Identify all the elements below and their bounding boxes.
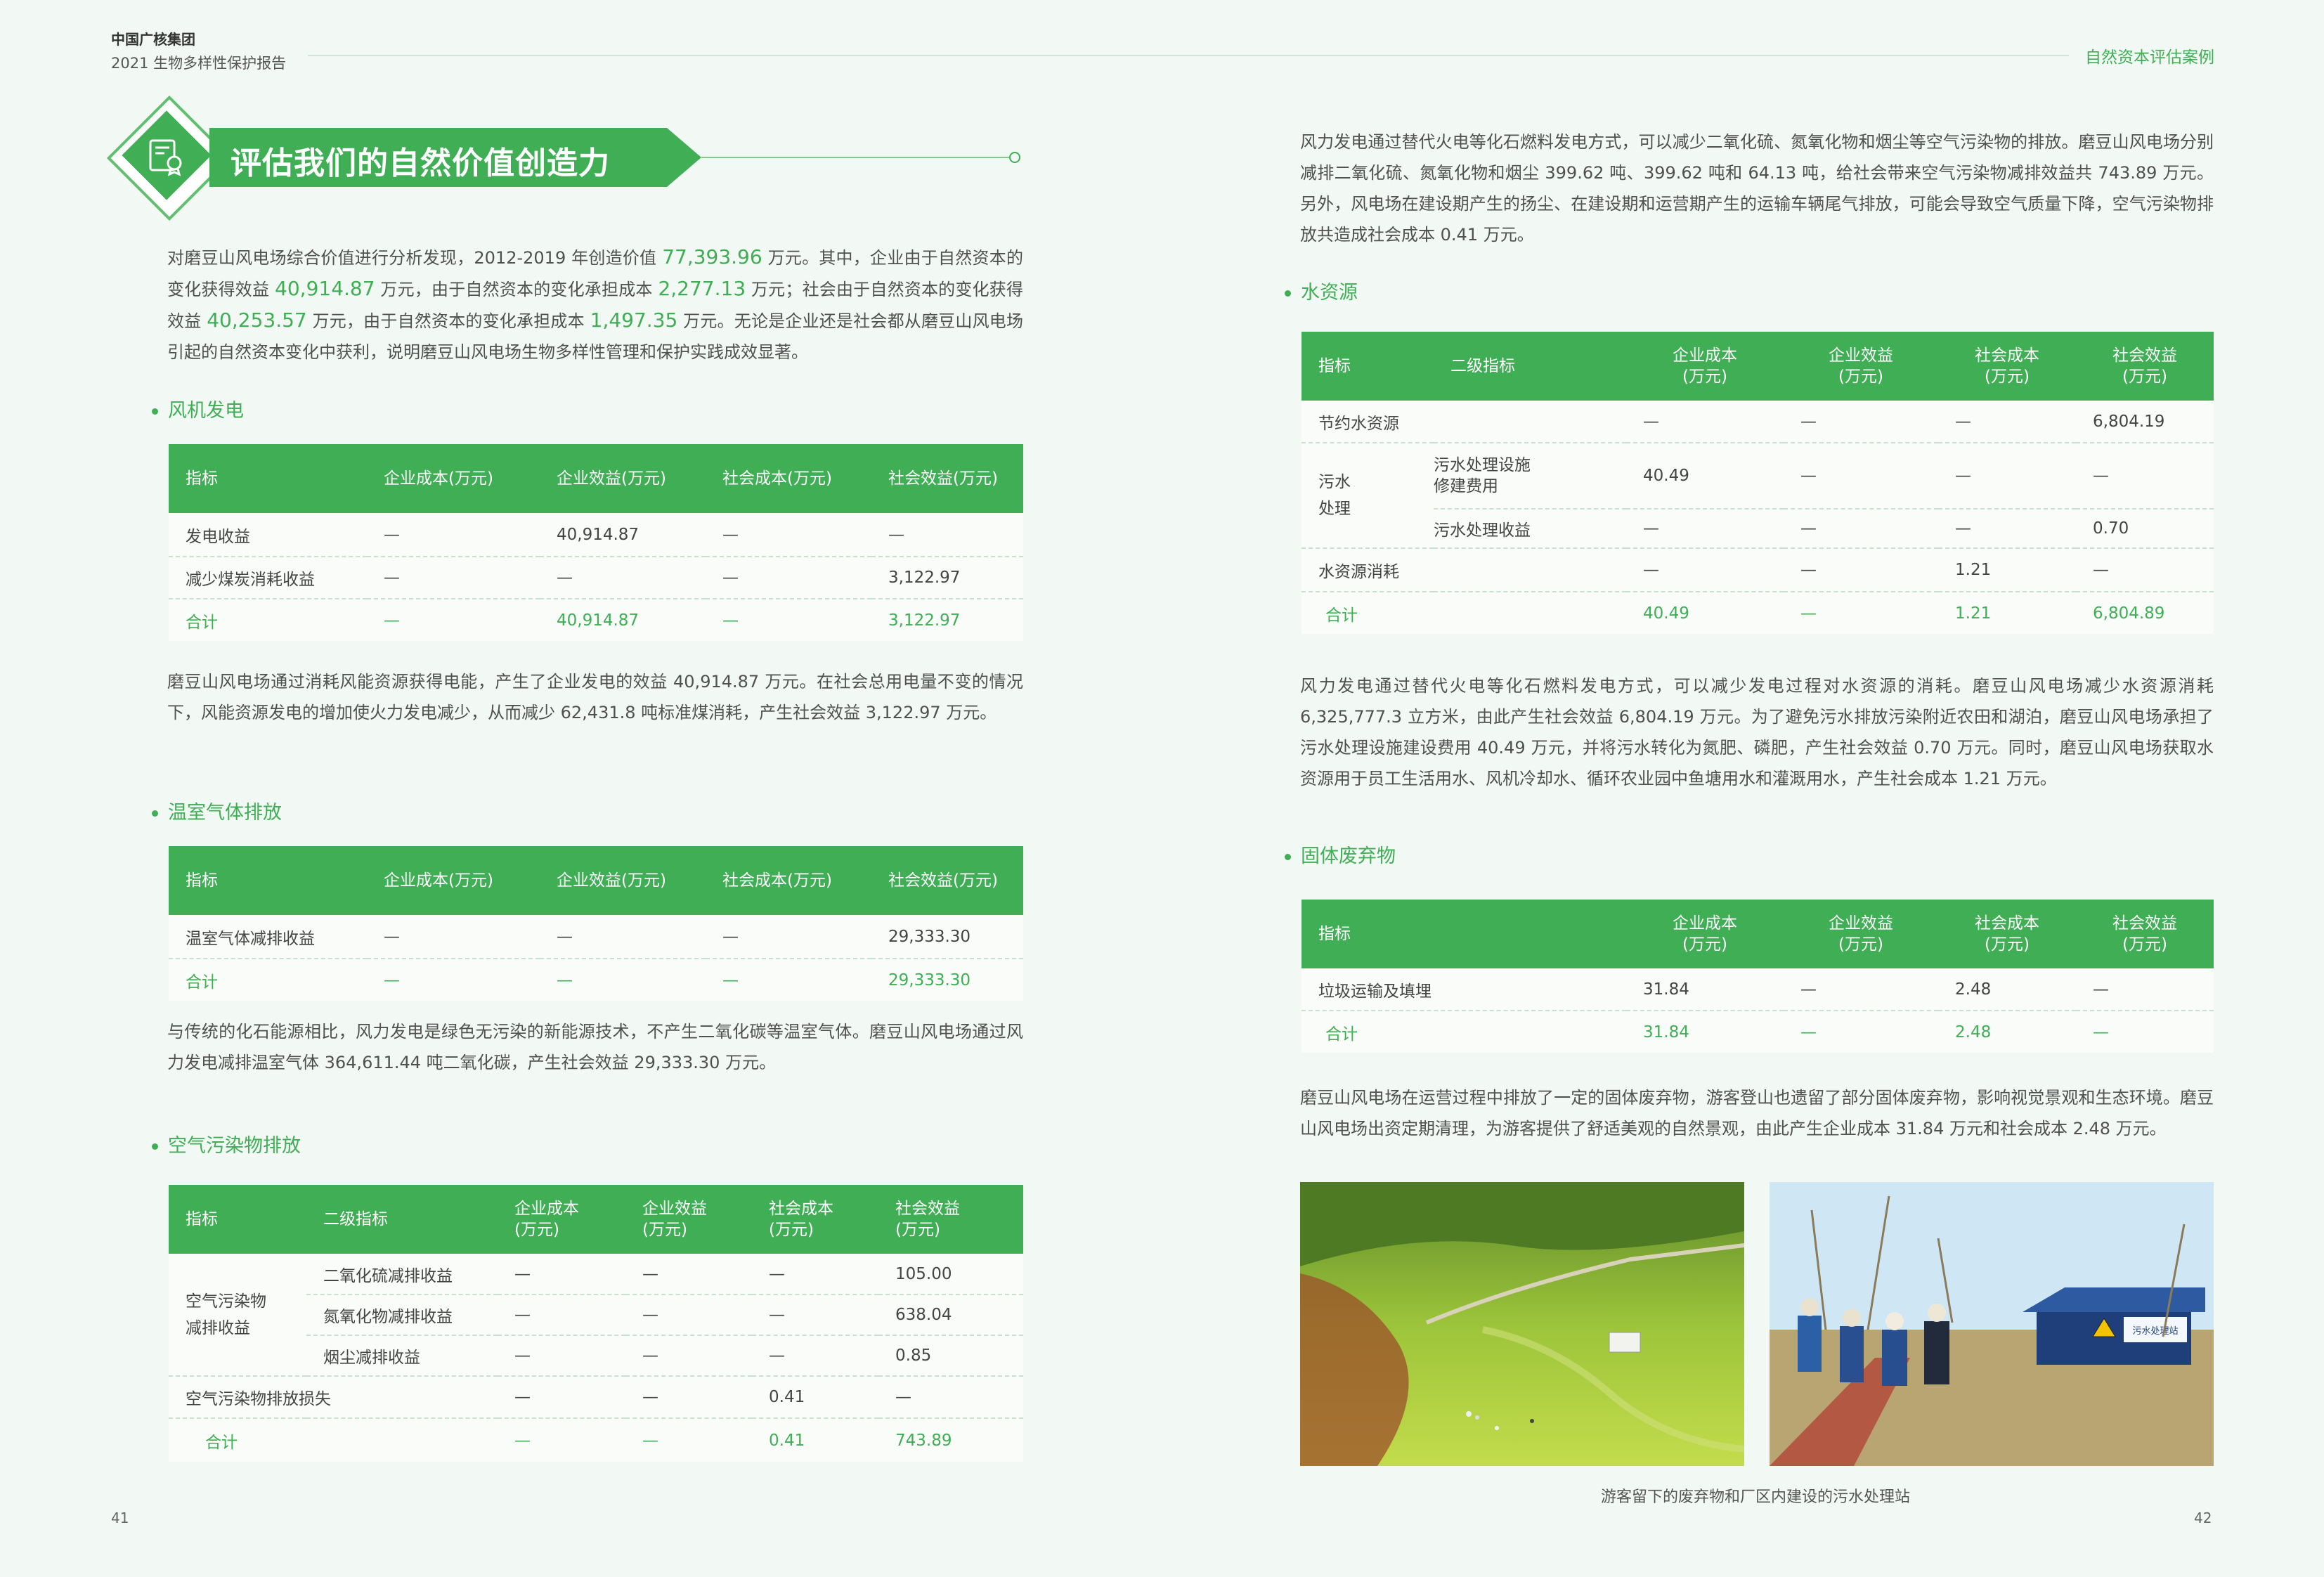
report-title: 2021 生物多样性保护报告	[111, 55, 287, 72]
table-row: 空气污染物 减排收益 二氧化硫减排收益 — — —105.00	[169, 1254, 1023, 1377]
table-total-row: 合计 31.84—2.48—	[1301, 1011, 2214, 1053]
waste-paragraph: 磨豆山风电场在运营过程中排放了一定的固体废弃物，游客登山也遗留了部分固体废弃物，…	[1300, 1088, 2214, 1138]
table-row: 发电收益 —40,914.87— —	[169, 513, 1023, 557]
section-heading-waste: 固体废弃物	[1285, 841, 1396, 868]
table-row: 减少煤炭消耗收益 — — —3,122.97	[169, 557, 1023, 599]
table-row: 空气污染物排放损失 — —0.41—	[169, 1376, 1023, 1419]
social-benefit-value: 40,253.57	[207, 309, 307, 332]
total-value: 77,393.96	[662, 245, 762, 268]
table-header-row: 指标 二级指标 企业成本 (万元) 企业效益 (万元) 社会成本 (万元) 社会…	[169, 1185, 1023, 1254]
table-total-row: 合计 —40,914.87—3,122.97	[169, 599, 1023, 641]
section-heading-ghg: 温室气体排放	[152, 797, 282, 824]
ghg-table: 指标 企业成本(万元) 企业效益(万元) 社会成本(万元) 社会效益(万元) 温室气体减…	[169, 846, 1023, 1001]
certificate-icon	[149, 139, 182, 176]
wind-table: 指标 企业成本(万元) 企业效益(万元) 社会成本(万元) 社会效益(万元) 发电收益 —…	[169, 444, 1023, 641]
table-total-row: 合计 — — —29,333.30	[169, 959, 1023, 1001]
corp-benefit-value: 40,914.87	[275, 277, 375, 300]
header-divider	[308, 55, 2069, 56]
table-header-row: 指标 企业成本(万元) 企业效益(万元) 社会成本(万元) 社会效益(万元)	[169, 444, 1023, 513]
table-row: 污水处理收益 — — —0.70	[1301, 509, 2214, 549]
table-total-row: 合计 — —0.41 743.89	[169, 1418, 1023, 1462]
table-row: 水资源消耗 — —1.21—	[1301, 548, 2214, 592]
section-heading-wind: 风机发电	[152, 395, 244, 422]
intro-paragraph: 对磨豆山风电场综合价值进行分析发现，2012-2019 年创造价值 77,393…	[167, 245, 1023, 362]
corp-cost-value: 2,277.13	[658, 277, 746, 300]
table-row: 节约水资源 — — —6,804.19	[1301, 401, 2214, 443]
page-title: 评估我们的自然价值创造力	[231, 145, 610, 181]
table-header-row: 指标 企业成本(万元) 企业效益(万元) 社会成本(万元) 社会效益(万元)	[169, 846, 1023, 915]
waste-table: 指标 企业成本 (万元) 企业效益 (万元) 社会成本 (万元) 社会效益 (万…	[1301, 900, 2214, 1053]
section-heading-water: 水资源	[1285, 277, 1358, 304]
social-cost-value: 1,497.35	[590, 309, 678, 332]
page-number-left: 41	[111, 1510, 129, 1526]
table-header-row: 指标 企业成本 (万元) 企业效益 (万元) 社会成本 (万元) 社会效益 (万…	[1301, 900, 2214, 968]
sewage-station-photo: 污水处理站	[1770, 1182, 2214, 1466]
landscape-photo	[1300, 1182, 1744, 1466]
air-paragraph: 风力发电通过替代火电等化石燃料发电方式，可以减少二氧化硫、氮氧化物和烟尘等空气污…	[1300, 132, 2214, 245]
title-leader-line	[701, 157, 1011, 158]
section-tag: 自然资本评估案例	[2085, 48, 2214, 67]
table-row: 温室气体减排收益 — — —29,333.30	[169, 915, 1023, 959]
ghg-paragraph: 与传统的化石能源相比，风力发电是绿色无污染的新能源技术，不产生二氧化碳等温室气体…	[167, 1022, 1023, 1072]
wind-paragraph: 磨豆山风电场通过消耗风能资源获得电能，产生了企业发电的效益 40,914.87 …	[167, 672, 1023, 722]
air-table: 指标 二级指标 企业成本 (万元) 企业效益 (万元) 社会成本 (万元) 社会…	[169, 1185, 1023, 1462]
table-row: 垃圾运输及填埋 31.84—2.48—	[1301, 968, 2214, 1011]
water-table: 指标 二级指标 企业成本 (万元) 企业效益 (万元) 社会成本 (万元) 社会…	[1301, 332, 2214, 634]
water-paragraph: 风力发电通过替代火电等化石燃料发电方式，可以减少发电过程对水资源的消耗。磨豆山风…	[1300, 676, 2214, 788]
photo-caption: 游客留下的废弃物和厂区内建设的污水处理站	[1601, 1488, 1911, 1506]
table-total-row: 合计 40.49—1.21 6,804.89	[1301, 592, 2214, 634]
title-leader-dot	[1009, 152, 1020, 163]
station-sign-text: 污水处理站	[2132, 1326, 2178, 1337]
table-row: 污水 处理 污水处理设施 修建费用 40.49— — —	[1301, 443, 2214, 549]
table-header-row: 指标 二级指标 企业成本 (万元) 企业效益 (万元) 社会成本 (万元) 社会…	[1301, 332, 2214, 401]
section-heading-air: 空气污染物排放	[152, 1130, 301, 1157]
page-number-right: 42	[2194, 1510, 2212, 1526]
organization-name: 中国广核集团	[111, 31, 195, 48]
